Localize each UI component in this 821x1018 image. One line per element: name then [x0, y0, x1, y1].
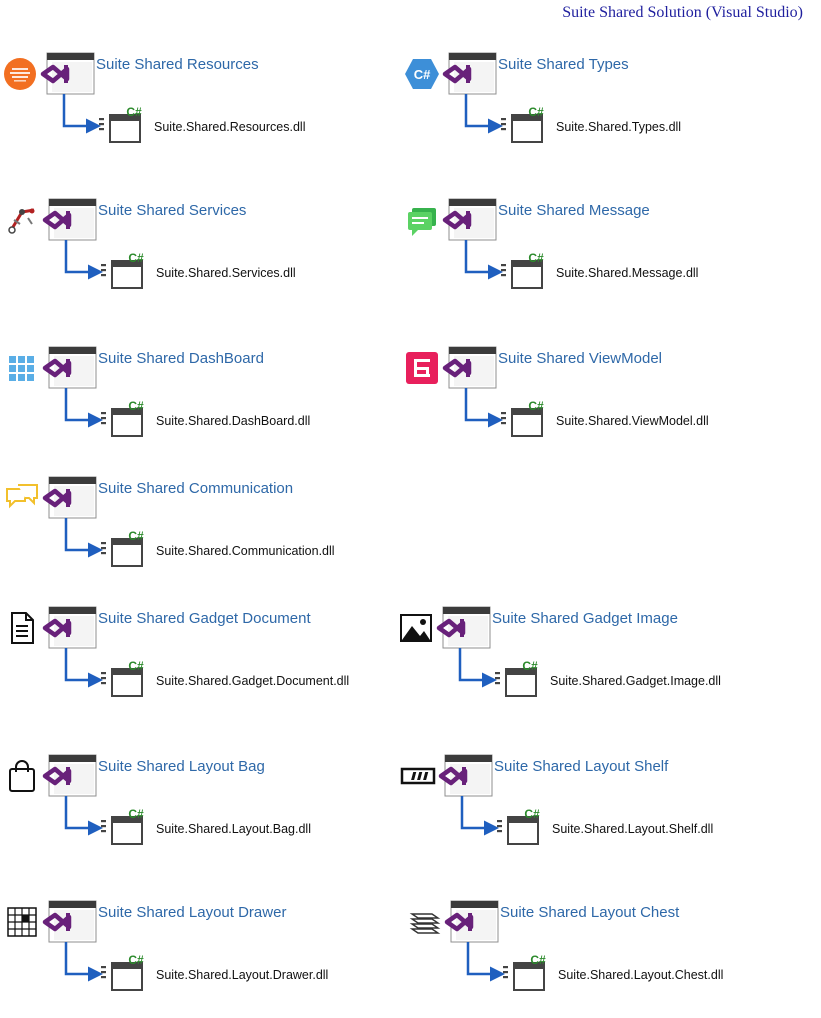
dll-file-name: Suite.Shared.DashBoard.dll — [156, 414, 311, 428]
message-icon — [404, 202, 440, 238]
visual-studio-project-icon — [42, 476, 98, 520]
project-name-link[interactable]: Suite Shared DashBoard — [98, 350, 264, 367]
svg-text:C#: C# — [128, 530, 144, 543]
drawer-grid-icon — [4, 904, 40, 940]
page-title: Suite Shared Solution (Visual Studio) — [562, 4, 803, 21]
resources-icon — [2, 56, 38, 92]
visual-studio-project-icon — [42, 198, 98, 242]
csharp-dll-icon: C# — [500, 251, 546, 290]
csharp-dll-icon: C# — [100, 807, 146, 846]
project-name-link[interactable]: Suite Shared Services — [98, 202, 246, 219]
svg-text:C#: C# — [530, 954, 546, 967]
csharp-dll-icon: C# — [500, 105, 546, 144]
services-icon — [4, 202, 40, 238]
dll-file-name: Suite.Shared.Resources.dll — [154, 120, 306, 134]
project-group: Suite Shared Layout Bag C# Suite.Shared.… — [4, 752, 384, 872]
project-name-link[interactable]: Suite Shared Communication — [98, 480, 293, 497]
csharp-dll-icon: C# — [494, 659, 540, 698]
visual-studio-project-icon — [444, 900, 500, 944]
project-name-link[interactable]: Suite Shared Gadget Document — [98, 610, 311, 627]
chest-stack-icon — [406, 904, 442, 940]
csharp-hex-icon: C# — [404, 56, 440, 92]
dll-file-name: Suite.Shared.Layout.Shelf.dll — [552, 822, 714, 836]
svg-text:C#: C# — [128, 400, 144, 413]
csharp-dll-icon: C# — [100, 953, 146, 992]
project-name-link[interactable]: Suite Shared Layout Shelf — [494, 758, 668, 775]
project-group: Suite Shared Communication C# Suite.Shar… — [4, 474, 384, 594]
visual-studio-project-icon — [442, 198, 498, 242]
project-name-link[interactable]: Suite Shared ViewModel — [498, 350, 662, 367]
csharp-dll-icon: C# — [98, 105, 144, 144]
project-name-link[interactable]: Suite Shared Resources — [96, 56, 259, 73]
visual-studio-project-icon — [442, 346, 498, 390]
visual-studio-project-icon — [42, 606, 98, 650]
project-group: Suite Shared Layout Drawer C# Suite.Shar… — [4, 898, 384, 1018]
dll-file-name: Suite.Shared.Gadget.Image.dll — [550, 674, 721, 688]
csharp-dll-icon: C# — [502, 953, 548, 992]
chat-bubbles-icon — [4, 480, 40, 516]
shelf-icon — [400, 758, 436, 794]
dll-file-name: Suite.Shared.Types.dll — [556, 120, 682, 134]
project-name-link[interactable]: Suite Shared Layout Bag — [98, 758, 265, 775]
visual-studio-project-icon — [438, 754, 494, 798]
project-group: C# Suite Shared Types C# Suite.Shared.Ty… — [404, 50, 784, 170]
dll-file-name: Suite.Shared.Gadget.Document.dll — [156, 674, 350, 688]
visual-studio-project-icon — [42, 900, 98, 944]
project-group: Suite Shared Gadget Image C# Suite.Share… — [398, 604, 778, 724]
visual-studio-project-icon — [442, 52, 498, 96]
csharp-dll-icon: C# — [496, 807, 542, 846]
project-group: Suite Shared Layout Chest C# Suite.Share… — [406, 898, 786, 1018]
project-name-link[interactable]: Suite Shared Layout Drawer — [98, 904, 286, 921]
visual-studio-project-icon — [42, 346, 98, 390]
csharp-dll-icon: C# — [100, 251, 146, 290]
project-name-link[interactable]: Suite Shared Layout Chest — [500, 904, 679, 921]
svg-text:C#: C# — [414, 67, 431, 82]
image-icon — [398, 610, 434, 646]
dashboard-grid-icon — [4, 350, 40, 386]
svg-text:C#: C# — [128, 660, 144, 673]
csharp-dll-icon: C# — [100, 529, 146, 568]
viewmodel-icon — [404, 350, 440, 386]
project-group: Suite Shared Services C# Suite.Shared.Se… — [4, 196, 384, 316]
csharp-dll-icon: C# — [100, 659, 146, 698]
project-name-link[interactable]: Suite Shared Gadget Image — [492, 610, 678, 627]
project-group: Suite Shared Message C# Suite.Shared.Mes… — [404, 196, 784, 316]
project-name-link[interactable]: Suite Shared Message — [498, 202, 650, 219]
project-group: Suite Shared Gadget Document C# Suite.Sh… — [4, 604, 384, 724]
svg-text:C#: C# — [128, 808, 144, 821]
dll-file-name: Suite.Shared.Layout.Chest.dll — [558, 968, 724, 982]
visual-studio-project-icon — [42, 754, 98, 798]
project-group: Suite Shared ViewModel C# Suite.Shared.V… — [404, 344, 784, 464]
svg-text:C#: C# — [128, 252, 144, 265]
svg-text:C#: C# — [528, 400, 544, 413]
visual-studio-project-icon — [436, 606, 492, 650]
visual-studio-project-icon — [40, 52, 96, 96]
dll-file-name: Suite.Shared.Services.dll — [156, 266, 296, 280]
dll-file-name: Suite.Shared.Message.dll — [556, 266, 699, 280]
dll-file-name: Suite.Shared.Layout.Bag.dll — [156, 822, 311, 836]
svg-text:C#: C# — [126, 106, 142, 119]
svg-text:C#: C# — [522, 660, 538, 673]
svg-text:C#: C# — [528, 106, 544, 119]
project-group: Suite Shared DashBoard C# Suite.Shared.D… — [4, 344, 384, 464]
project-name-link[interactable]: Suite Shared Types — [498, 56, 629, 73]
csharp-dll-icon: C# — [500, 399, 546, 438]
document-icon — [4, 610, 40, 646]
project-group: Suite Shared Resources C# Suite.Shared.R… — [2, 50, 382, 170]
csharp-dll-icon: C# — [100, 399, 146, 438]
dll-file-name: Suite.Shared.Communication.dll — [156, 544, 335, 558]
bag-icon — [4, 758, 40, 794]
svg-text:C#: C# — [524, 808, 540, 821]
svg-text:C#: C# — [128, 954, 144, 967]
dll-file-name: Suite.Shared.Layout.Drawer.dll — [156, 968, 329, 982]
dll-file-name: Suite.Shared.ViewModel.dll — [556, 414, 709, 428]
svg-text:C#: C# — [528, 252, 544, 265]
project-group: Suite Shared Layout Shelf C# Suite.Share… — [400, 752, 780, 872]
